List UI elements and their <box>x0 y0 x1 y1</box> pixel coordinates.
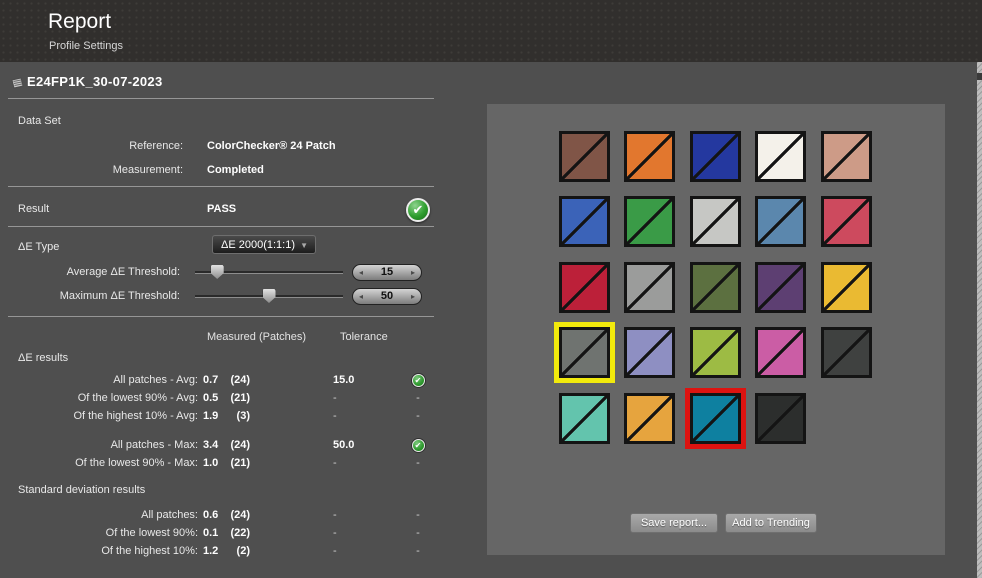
chevron-down-icon: ▼ <box>300 236 308 255</box>
color-patch <box>624 131 675 182</box>
slider-thumb[interactable] <box>263 289 276 303</box>
tolerance-column-header: Tolerance <box>340 331 388 343</box>
separator <box>8 226 434 227</box>
right-splitter[interactable] <box>977 62 982 578</box>
report-window: Report Profile Settings E24FP1K_30-07-20… <box>0 0 982 578</box>
de-type-dropdown[interactable]: ΔE 2000(1:1:1) ▼ <box>212 235 316 254</box>
measurement-label: Measurement: <box>60 164 183 176</box>
color-patch <box>559 327 610 378</box>
page-title: Report <box>48 10 111 34</box>
avg-threshold-spinner[interactable]: ◂ 15 ▸ <box>352 264 422 281</box>
color-patch <box>821 327 872 378</box>
color-patch <box>624 196 675 247</box>
max-threshold-spinner[interactable]: ◂ 50 ▸ <box>352 288 422 305</box>
color-patch <box>755 393 806 444</box>
save-report-button[interactable]: Save report... <box>630 513 718 533</box>
color-patch <box>690 262 741 313</box>
report-name: E24FP1K_30-07-2023 <box>27 74 163 89</box>
table-row: Of the lowest 90% - Avg: 0.5 (21) - - <box>0 392 434 406</box>
color-patch <box>821 262 872 313</box>
table-row: All patches - Avg: 0.7 (24) 15.0 ✔ <box>0 374 434 388</box>
spinner-increment-icon[interactable]: ▸ <box>411 289 415 304</box>
color-patch <box>559 262 610 313</box>
table-row: All patches - Max: 3.4 (24) 50.0 ✔ <box>0 439 434 453</box>
color-patch <box>624 393 675 444</box>
color-patch <box>755 327 806 378</box>
de-type-selected: ΔE 2000(1:1:1) <box>221 239 295 251</box>
spinner-decrement-icon[interactable]: ◂ <box>359 289 363 304</box>
separator <box>8 316 434 317</box>
report-icon <box>9 77 24 93</box>
measured-column-header: Measured (Patches) <box>207 331 306 343</box>
spinner-increment-icon[interactable]: ▸ <box>411 265 415 280</box>
color-patch <box>624 262 675 313</box>
color-patch <box>559 196 610 247</box>
avg-threshold-value: 15 <box>381 266 393 278</box>
color-patch <box>755 262 806 313</box>
spinner-decrement-icon[interactable]: ◂ <box>359 265 363 280</box>
de-type-label: ΔE Type <box>18 241 59 253</box>
color-patch <box>559 131 610 182</box>
table-row: Of the lowest 90%: 0.1 (22) - - <box>0 527 434 541</box>
std-results-section-label: Standard deviation results <box>18 484 145 496</box>
avg-threshold-slider[interactable] <box>195 264 343 280</box>
patch-panel: Save report... Add to Trending <box>487 104 945 555</box>
de-results-section-label: ΔE results <box>18 352 68 364</box>
result-value: PASS <box>207 203 236 215</box>
pass-check-icon: ✔ <box>412 439 425 452</box>
table-row: Of the lowest 90% - Max: 1.0 (21) - - <box>0 457 434 471</box>
color-patch <box>821 131 872 182</box>
measurement-value: Completed <box>207 164 264 176</box>
color-patch <box>690 131 741 182</box>
pass-check-icon: ✔ <box>412 374 425 387</box>
max-threshold-label: Maximum ΔE Threshold: <box>18 290 180 302</box>
pass-check-icon: ✔ <box>406 198 430 222</box>
result-label: Result <box>18 203 49 215</box>
slider-thumb[interactable] <box>211 265 224 279</box>
table-row: Of the highest 10%: 1.2 (2) - - <box>0 545 434 559</box>
color-patch <box>821 196 872 247</box>
app-header: Report Profile Settings <box>0 0 982 62</box>
color-patch <box>755 131 806 182</box>
separator <box>8 186 434 187</box>
color-patch <box>624 327 675 378</box>
page-subtitle: Profile Settings <box>49 40 123 52</box>
splitter-grip-icon[interactable] <box>977 73 982 80</box>
separator <box>8 98 434 99</box>
table-row: Of the highest 10% - Avg: 1.9 (3) - - <box>0 410 434 424</box>
color-patch <box>690 327 741 378</box>
avg-threshold-label: Average ΔE Threshold: <box>18 266 180 278</box>
add-to-trending-button[interactable]: Add to Trending <box>725 513 817 533</box>
color-patch <box>690 393 741 444</box>
color-patch <box>559 393 610 444</box>
reference-value: ColorChecker® 24 Patch <box>207 140 336 152</box>
data-set-label: Data Set <box>18 115 61 127</box>
color-patch <box>755 196 806 247</box>
table-row: All patches: 0.6 (24) - - <box>0 509 434 523</box>
reference-label: Reference: <box>60 140 183 152</box>
color-patch <box>690 196 741 247</box>
max-threshold-slider[interactable] <box>195 288 343 304</box>
max-threshold-value: 50 <box>381 290 393 302</box>
